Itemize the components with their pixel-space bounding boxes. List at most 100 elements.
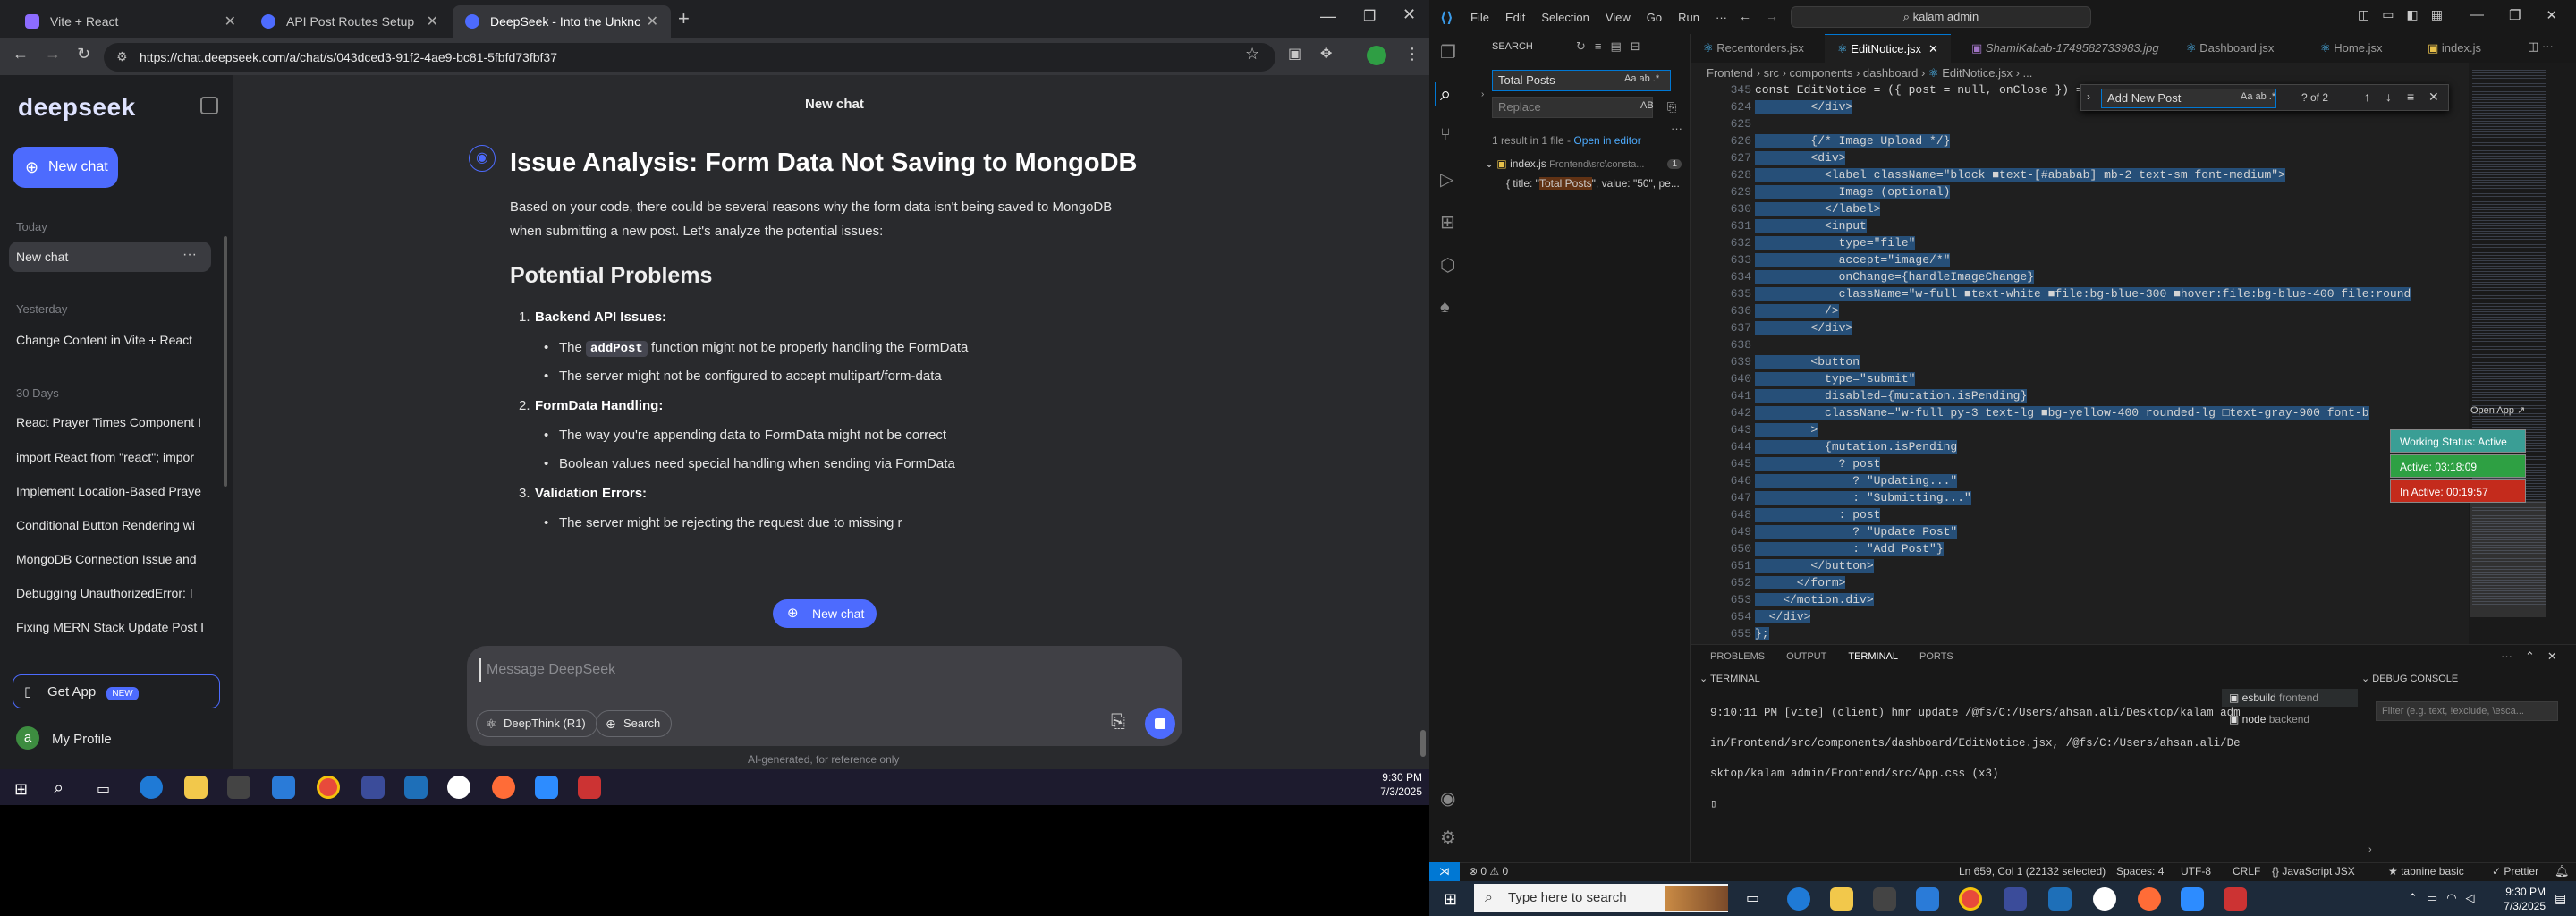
chat-item[interactable]: New chat	[16, 250, 204, 264]
match-case-icon[interactable]: Aa ab .*	[1624, 73, 1659, 84]
close-icon[interactable]: ✕	[1928, 42, 1938, 55]
close-icon[interactable]: ✕	[2428, 89, 2439, 105]
code-line[interactable]: </div>	[1755, 100, 1853, 114]
code-line[interactable]: {/* Image Upload */}	[1755, 134, 1951, 148]
source-control-icon[interactable]: ⑂	[1440, 125, 1451, 146]
zoom-icon[interactable]	[535, 776, 558, 799]
chat-item[interactable]: React Prayer Times Component I	[16, 415, 204, 429]
code-line[interactable]: <div>	[1755, 151, 1846, 165]
notification-center-icon[interactable]: ▤	[2555, 891, 2566, 906]
remote-icon[interactable]: ⬡	[1440, 254, 1455, 276]
close-window-icon[interactable]: ✕	[2546, 7, 2557, 23]
code-line[interactable]: {mutation.isPending	[1755, 440, 1958, 454]
extension-icon[interactable]: ▣	[1288, 45, 1301, 63]
problems-status[interactable]: ⊗ 0 ⚠ 0	[1469, 865, 1508, 878]
mongodb-icon[interactable]: ♠	[1440, 297, 1450, 318]
app-icon[interactable]	[578, 776, 601, 799]
github-desktop-icon[interactable]	[447, 776, 470, 799]
code-line[interactable]: </form>	[1755, 576, 1846, 589]
run-debug-icon[interactable]: ▷	[1440, 168, 1453, 191]
network-icon[interactable]: ▭	[2427, 891, 2437, 905]
toggle-replace-icon[interactable]: ›	[1481, 89, 1484, 99]
chat-item[interactable]: Implement Location-Based Praye	[16, 484, 204, 498]
code-line[interactable]: />	[1755, 304, 1839, 318]
browser-tab[interactable]: Vite + React ✕	[13, 5, 249, 38]
code-line[interactable]: ? "Update Post"	[1755, 525, 1958, 539]
app-icon[interactable]	[361, 776, 385, 799]
tab-problems[interactable]: PROBLEMS	[1710, 651, 1765, 666]
minimize-icon[interactable]: —	[1320, 7, 1336, 26]
browser-tab-active[interactable]: DeepSeek - Into the Unknown ✕	[453, 5, 671, 38]
code-line[interactable]: <label className="block ■text-[#ababab] …	[1755, 168, 2285, 182]
address-bar[interactable]: https://chat.deepseek.com/a/chat/s/043dc…	[104, 43, 1275, 72]
code-line[interactable]: type="submit"	[1755, 372, 1916, 386]
explorer-icon[interactable]: ❐	[1440, 41, 1456, 64]
back-icon[interactable]: ←	[1739, 9, 1751, 23]
puzzle-icon[interactable]: ✥	[1320, 45, 1332, 63]
get-app-button[interactable]: ▯ Get App NEW	[13, 674, 220, 708]
sidebar-icon[interactable]: ◧	[2406, 7, 2418, 22]
customize-icon[interactable]: ▦	[2431, 7, 2443, 22]
profile-avatar[interactable]	[1367, 46, 1386, 65]
minimap-slider[interactable]	[2470, 501, 2546, 617]
close-icon[interactable]: ✕	[427, 13, 438, 30]
debug-filter-input[interactable]: Filter (e.g. text, !exclude, \esca...	[2376, 701, 2558, 721]
chat-item[interactable]: MongoDB Connection Issue and	[16, 552, 204, 566]
chat-item[interactable]: Debugging UnauthorizedError: I	[16, 586, 204, 600]
code-line[interactable]: className="w-full py-3 text-lg ■bg-yello…	[1755, 406, 2369, 420]
cursor-position[interactable]: Ln 659, Col 1 (22132 selected)	[1959, 865, 2106, 878]
store-icon[interactable]	[1873, 887, 1896, 911]
code-line[interactable]: </div>	[1755, 321, 1853, 335]
folder-icon[interactable]	[1830, 887, 1853, 911]
tab-terminal[interactable]: TERMINAL	[1848, 651, 1898, 666]
code-line[interactable]: <input	[1755, 219, 1867, 233]
site-info-icon[interactable]: ⚙	[116, 49, 128, 64]
clear-icon[interactable]: ≡	[1595, 39, 1602, 54]
code-line[interactable]: onChange={handleImageChange}	[1755, 270, 2035, 284]
vscode-icon[interactable]	[404, 776, 428, 799]
terminal-item-active[interactable]: ▣ esbuild frontend	[2222, 689, 2358, 707]
maximize-icon[interactable]: ❐	[2509, 7, 2521, 23]
menu-more[interactable]: ···	[1716, 11, 1727, 24]
mail-icon[interactable]	[1916, 887, 1939, 911]
app-icon[interactable]	[2004, 887, 2027, 911]
editor-tab-active[interactable]: ⚛ EditNotice.jsx ✕	[1825, 34, 1951, 63]
accounts-icon[interactable]: ◉	[1440, 787, 1455, 810]
zoom-icon[interactable]	[2181, 887, 2204, 911]
replace-all-icon[interactable]: ⎘	[1667, 100, 1676, 114]
task-view-icon[interactable]: ▭	[1746, 889, 1759, 907]
code-line[interactable]: className="w-full ■text-white ■file:bg-b…	[1755, 287, 2411, 301]
windows-start-icon[interactable]: ⊞	[14, 780, 28, 799]
code-line[interactable]: : post	[1755, 508, 1881, 522]
replace-input[interactable]: Replace	[1492, 97, 1653, 118]
postman-icon[interactable]	[2138, 887, 2161, 911]
my-profile-link[interactable]: My Profile	[52, 732, 112, 747]
editor-tab[interactable]: ⚛ Recentorders.jsx	[1690, 34, 1817, 63]
edge-icon[interactable]	[140, 776, 163, 799]
tab-output[interactable]: OUTPUT	[1786, 651, 1826, 666]
refresh-icon[interactable]: ↻	[1576, 39, 1586, 54]
editor-tab[interactable]: ▣ index.js	[2415, 34, 2494, 63]
search-result-line[interactable]: { title: "Total Posts", value: "50", pe.…	[1506, 177, 1689, 190]
volume-icon[interactable]: ◁	[2466, 891, 2475, 905]
menu-run[interactable]: Run	[1678, 11, 1699, 24]
edge-icon[interactable]	[1787, 887, 1810, 911]
split-editor-icon[interactable]: ◫ ···	[2528, 39, 2554, 54]
code-line[interactable]: accept="image/*"	[1755, 253, 1951, 267]
panel-icon[interactable]: ▭	[2382, 7, 2394, 22]
menu-file[interactable]: File	[1470, 11, 1489, 24]
more-icon[interactable]: ···	[182, 247, 197, 263]
chevron-right-icon[interactable]: ›	[2368, 844, 2372, 855]
code-line[interactable]: type="file"	[1755, 236, 1916, 250]
chevron-right-icon[interactable]: ›	[2087, 90, 2090, 103]
sticky-scroll-line[interactable]: const EditNotice = ({ post = null, onClo…	[1755, 83, 2089, 97]
code-line[interactable]: : "Add Post"}	[1755, 542, 1944, 556]
app-icon[interactable]	[2224, 887, 2247, 911]
reload-icon[interactable]: ↻	[77, 45, 90, 64]
editor-tab[interactable]: ⚛ Dashboard.jsx	[2174, 34, 2286, 63]
command-center-search[interactable]: ⌕ kalam admin	[1791, 6, 2091, 28]
eol-status[interactable]: CRLF	[2233, 865, 2260, 878]
close-icon[interactable]: ✕	[2547, 649, 2557, 664]
more-icon[interactable]: ···	[2501, 649, 2512, 664]
forward-icon[interactable]: →	[45, 45, 61, 64]
